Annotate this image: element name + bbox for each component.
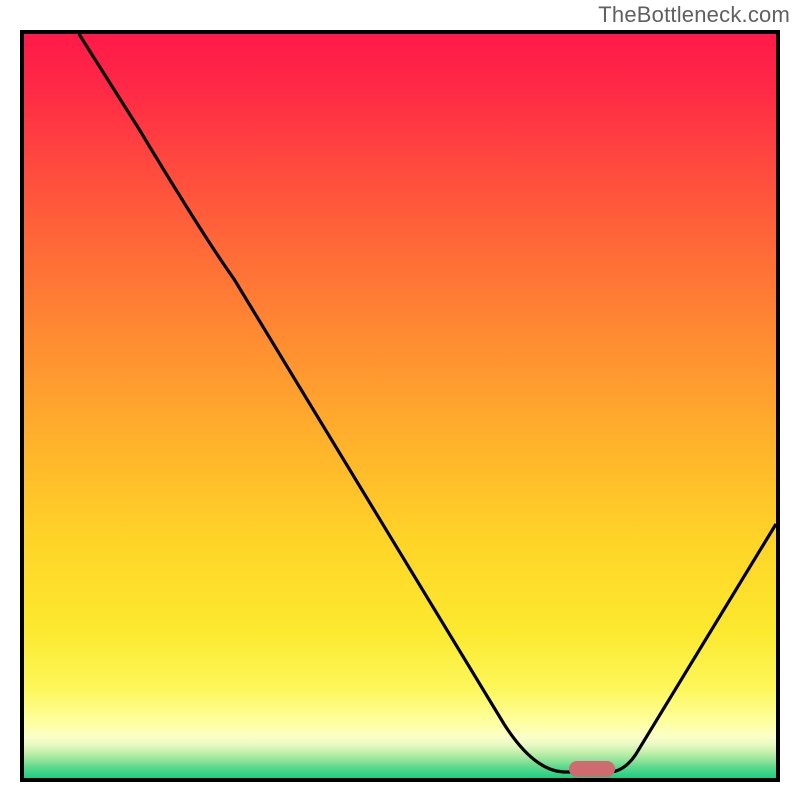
watermark-text: TheBottleneck.com xyxy=(598,2,790,28)
chart-container: TheBottleneck.com xyxy=(0,0,800,800)
bottleneck-curve xyxy=(24,34,776,778)
plot-area xyxy=(20,30,780,782)
optimal-marker xyxy=(569,761,615,777)
